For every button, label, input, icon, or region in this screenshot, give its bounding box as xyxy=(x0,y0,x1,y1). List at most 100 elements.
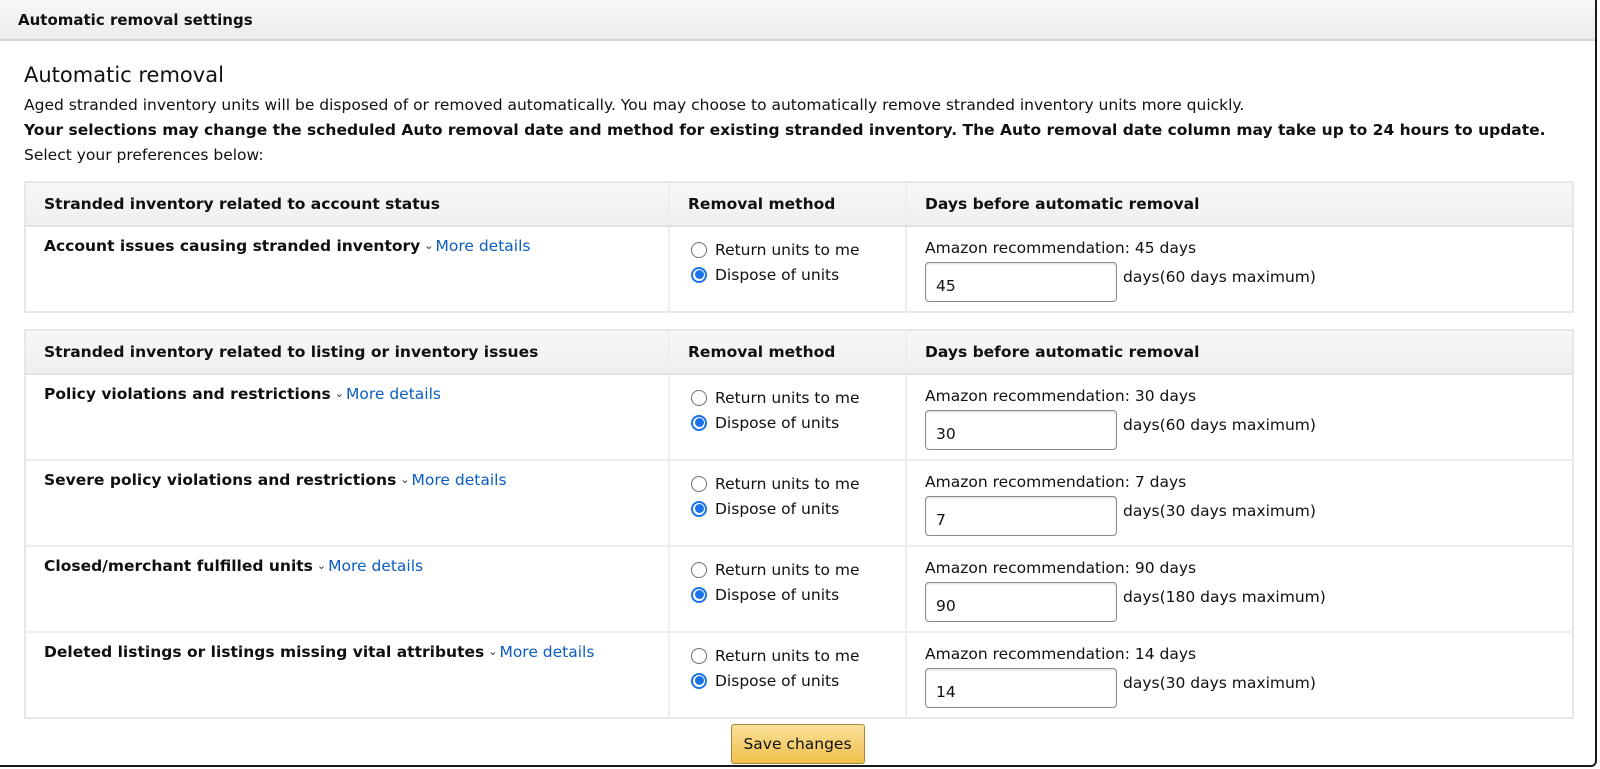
radio-label: Return units to me xyxy=(715,646,860,665)
radio-button[interactable] xyxy=(691,586,707,603)
panel-header: Automatic removal settings xyxy=(0,0,1595,41)
days-cell: Amazon recommendation: 90 days days(180 … xyxy=(905,545,1573,632)
more-details-link[interactable]: More details xyxy=(412,471,507,489)
more-details-link[interactable]: More details xyxy=(328,557,423,575)
days-cell: Amazon recommendation: 30 days days(60 d… xyxy=(905,374,1573,460)
amazon-recommendation: Amazon recommendation: 45 days xyxy=(925,239,1197,257)
category-cell: Account issues causing stranded inventor… xyxy=(25,226,669,312)
more-details-link[interactable]: More details xyxy=(499,643,594,661)
days-cell: Amazon recommendation: 7 days days(30 da… xyxy=(905,459,1573,546)
table-row: Deleted listings or listings missing vit… xyxy=(25,631,1573,718)
radio-option[interactable]: Dispose of units xyxy=(688,668,887,693)
radio-option[interactable]: Dispose of units xyxy=(688,496,887,521)
radio-button[interactable] xyxy=(691,414,707,431)
days-maximum-label: days(30 days maximum) xyxy=(1123,674,1316,692)
amazon-recommendation: Amazon recommendation: 30 days xyxy=(925,387,1197,405)
days-input[interactable] xyxy=(925,496,1117,536)
table-row: Account issues causing stranded inventor… xyxy=(25,226,1573,312)
days-maximum-label: days(60 days maximum) xyxy=(1123,268,1316,286)
panel-content: Automatic removal Aged stranded inventor… xyxy=(0,61,1595,764)
radio-label: Dispose of units xyxy=(715,671,840,690)
category-cell: Deleted listings or listings missing vit… xyxy=(25,631,669,718)
category-cell: Closed/merchant fulfilled units ⌄ More det… xyxy=(25,545,669,632)
table-row: Severe policy violations and restriction… xyxy=(25,459,1573,546)
removal-method-cell: Return units to me Dispose of units xyxy=(668,374,906,460)
days-row: days(60 days maximum) xyxy=(925,262,1554,302)
removal-method-cell: Return units to me Dispose of units xyxy=(668,459,906,546)
settings-table: Stranded inventory related to listing or… xyxy=(24,329,1574,719)
days-row: days(60 days maximum) xyxy=(925,410,1554,450)
radio-label: Return units to me xyxy=(715,474,860,493)
radio-label: Return units to me xyxy=(715,240,860,259)
days-maximum-label: days(60 days maximum) xyxy=(1123,416,1316,434)
category-cell: Severe policy violations and restriction… xyxy=(25,459,669,546)
category-label: Account issues causing stranded inventor… xyxy=(44,237,421,255)
radio-button[interactable] xyxy=(691,672,707,689)
amazon-recommendation: Amazon recommendation: 7 days xyxy=(925,473,1187,491)
section-description: Aged stranded inventory units will be di… xyxy=(24,96,1245,114)
days-header: Days before automatic removal xyxy=(905,330,1573,375)
radio-button[interactable] xyxy=(691,241,707,258)
radio-option[interactable]: Return units to me xyxy=(688,557,887,582)
radio-option[interactable]: Return units to me xyxy=(688,385,887,410)
days-input[interactable] xyxy=(925,410,1117,450)
removal-method-header: Removal method xyxy=(668,182,906,227)
radio-option[interactable]: Return units to me xyxy=(688,643,887,668)
notice-bold: Your selections may change the scheduled… xyxy=(24,121,1546,139)
chevron-down-icon[interactable]: ⌄ xyxy=(335,387,344,400)
more-details-link[interactable]: More details xyxy=(435,237,530,255)
category-label: Policy violations and restrictions xyxy=(44,385,331,403)
table-header-row: Stranded inventory related to account st… xyxy=(25,182,1573,227)
section-title: Automatic removal xyxy=(24,63,224,87)
radio-option[interactable]: Dispose of units xyxy=(688,582,887,607)
days-row: days(30 days maximum) xyxy=(925,668,1554,708)
more-details-link[interactable]: More details xyxy=(346,385,441,403)
radio-label: Dispose of units xyxy=(715,499,840,518)
amazon-recommendation: Amazon recommendation: 14 days xyxy=(925,645,1197,663)
radio-button[interactable] xyxy=(691,561,707,578)
radio-button[interactable] xyxy=(691,647,707,664)
days-input[interactable] xyxy=(925,262,1117,302)
radio-option[interactable]: Return units to me xyxy=(688,471,887,496)
category-cell: Policy violations and restrictions ⌄ More … xyxy=(25,374,669,460)
chevron-down-icon[interactable]: ⌄ xyxy=(400,473,409,486)
radio-button[interactable] xyxy=(691,266,707,283)
automatic-removal-panel: Automatic removal settings Automatic rem… xyxy=(0,0,1597,767)
table-header-row: Stranded inventory related to listing or… xyxy=(25,330,1573,375)
settings-groups: Stranded inventory related to account st… xyxy=(24,181,1574,719)
chevron-down-icon[interactable]: ⌄ xyxy=(317,559,326,572)
radio-label: Dispose of units xyxy=(715,585,840,604)
removal-method-cell: Return units to me Dispose of units xyxy=(668,226,906,312)
chevron-down-icon[interactable]: ⌄ xyxy=(488,645,497,658)
days-input[interactable] xyxy=(925,668,1117,708)
table-row: Closed/merchant fulfilled units ⌄ More det… xyxy=(25,545,1573,632)
save-changes-button[interactable]: Save changes xyxy=(730,724,865,764)
table-row: Policy violations and restrictions ⌄ More … xyxy=(25,374,1573,460)
radio-label: Return units to me xyxy=(715,560,860,579)
radio-label: Dispose of units xyxy=(715,413,840,432)
days-row: days(30 days maximum) xyxy=(925,496,1554,536)
radio-option[interactable]: Dispose of units xyxy=(688,410,887,435)
panel-title: Automatic removal settings xyxy=(18,10,253,29)
radio-option[interactable]: Dispose of units xyxy=(688,262,887,287)
days-cell: Amazon recommendation: 14 days days(30 d… xyxy=(905,631,1573,718)
removal-method-cell: Return units to me Dispose of units xyxy=(668,545,906,632)
days-maximum-label: days(180 days maximum) xyxy=(1123,588,1326,606)
save-area: Save changes xyxy=(24,724,1571,764)
days-header: Days before automatic removal xyxy=(905,182,1573,227)
category-label: Deleted listings or listings missing vit… xyxy=(44,643,485,661)
radio-option[interactable]: Return units to me xyxy=(688,237,887,262)
radio-button[interactable] xyxy=(691,475,707,492)
chevron-down-icon[interactable]: ⌄ xyxy=(424,239,433,252)
radio-button[interactable] xyxy=(691,500,707,517)
radio-label: Return units to me xyxy=(715,388,860,407)
days-cell: Amazon recommendation: 45 days days(60 d… xyxy=(905,226,1573,312)
settings-table: Stranded inventory related to account st… xyxy=(24,181,1574,313)
removal-method-cell: Return units to me Dispose of units xyxy=(668,631,906,718)
category-header: Stranded inventory related to account st… xyxy=(25,182,669,227)
category-label: Closed/merchant fulfilled units xyxy=(44,557,313,575)
radio-label: Dispose of units xyxy=(715,265,840,284)
radio-button[interactable] xyxy=(691,389,707,406)
days-input[interactable] xyxy=(925,582,1117,622)
section-notice: Your selections may change the scheduled… xyxy=(24,118,1571,168)
